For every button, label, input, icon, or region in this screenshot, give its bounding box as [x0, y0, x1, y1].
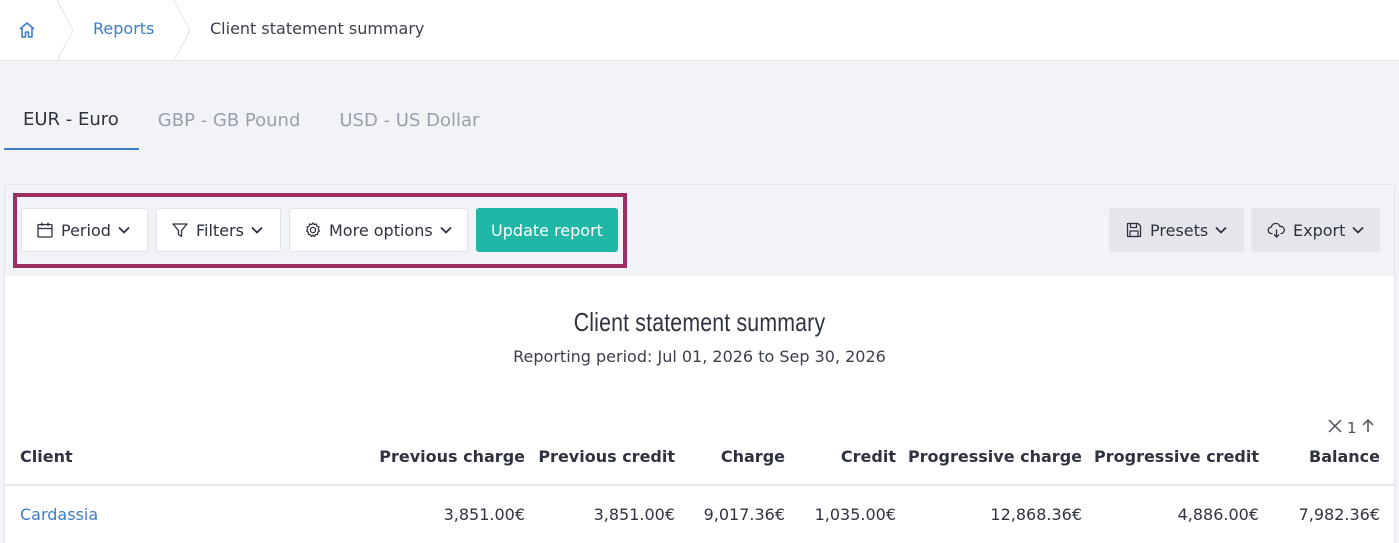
filters-label: Filters — [196, 220, 244, 240]
column-header-progressive-charge[interactable]: Progressive charge — [908, 447, 1082, 466]
arrow-up-icon[interactable] — [1360, 418, 1376, 438]
presets-button[interactable]: Presets — [1109, 208, 1244, 252]
report-period: Reporting period: Jul 01, 2026 to Sep 30… — [513, 347, 886, 366]
chevron-down-icon — [439, 223, 453, 237]
cell-previous-credit: 3,851.00€ — [593, 505, 675, 524]
more-options-label: More options — [329, 220, 433, 240]
client-link[interactable]: Cardassia — [20, 505, 98, 524]
cell-credit: 1,035.00€ — [814, 505, 896, 524]
chevron-down-icon — [1351, 223, 1365, 237]
filters-button[interactable]: Filters — [156, 208, 281, 252]
home-icon[interactable] — [14, 18, 40, 42]
chevron-down-icon — [250, 223, 264, 237]
sort-indicator[interactable]: 1 — [1327, 418, 1376, 438]
cell-progressive-credit: 4,886.00€ — [1177, 505, 1259, 524]
cell-progressive-charge: 12,868.36€ — [990, 505, 1082, 524]
report-title: Client statement summary — [573, 307, 826, 337]
export-button[interactable]: Export — [1251, 208, 1380, 252]
report-toolbar: Period Filters More options Update repor… — [5, 185, 1394, 276]
column-header-balance[interactable]: Balance — [1309, 447, 1380, 466]
chevron-down-icon — [117, 223, 131, 237]
cell-charge: 9,017.36€ — [703, 505, 785, 524]
column-header-credit[interactable]: Credit — [841, 447, 896, 466]
column-header-previous-credit[interactable]: Previous credit — [538, 447, 675, 466]
tab-gbp[interactable]: GBP - GB Pound — [139, 97, 321, 150]
table-row: Cardassia 3,851.00€ 3,851.00€ 9,017.36€ … — [5, 487, 1394, 543]
cell-balance: 7,982.36€ — [1298, 505, 1380, 524]
breadcrumb-separator — [173, 0, 191, 61]
column-header-progressive-credit[interactable]: Progressive credit — [1094, 447, 1259, 466]
breadcrumb-current: Client statement summary — [210, 19, 425, 38]
period-button[interactable]: Period — [21, 208, 148, 252]
breadcrumb: Reports Client statement summary — [0, 0, 1399, 61]
column-header-charge[interactable]: Charge — [721, 447, 785, 466]
breadcrumb-separator — [56, 0, 74, 61]
report-panel: Period Filters More options Update repor… — [4, 184, 1395, 543]
sort-count: 1 — [1347, 419, 1357, 437]
period-label: Period — [61, 220, 111, 240]
cloud-download-icon — [1267, 221, 1286, 239]
presets-label: Presets — [1150, 220, 1209, 240]
column-header-client[interactable]: Client — [20, 447, 73, 466]
chevron-down-icon — [1214, 223, 1228, 237]
update-report-button[interactable]: Update report — [476, 208, 618, 252]
tab-usd[interactable]: USD - US Dollar — [320, 97, 499, 150]
filter-icon — [171, 221, 189, 239]
close-icon[interactable] — [1327, 418, 1343, 438]
column-header-previous-charge[interactable]: Previous charge — [379, 447, 525, 466]
more-options-button[interactable]: More options — [289, 208, 468, 252]
breadcrumb-link-reports[interactable]: Reports — [93, 19, 154, 38]
cell-previous-charge: 3,851.00€ — [443, 505, 525, 524]
table-header: Client Previous charge Previous credit C… — [5, 443, 1394, 486]
calendar-icon — [36, 221, 54, 239]
tab-eur[interactable]: EUR - Euro — [4, 97, 139, 150]
gear-icon — [304, 221, 322, 239]
save-icon — [1125, 221, 1143, 239]
currency-tabs: EUR - Euro GBP - GB Pound USD - US Dolla… — [4, 97, 499, 151]
export-label: Export — [1293, 220, 1346, 240]
